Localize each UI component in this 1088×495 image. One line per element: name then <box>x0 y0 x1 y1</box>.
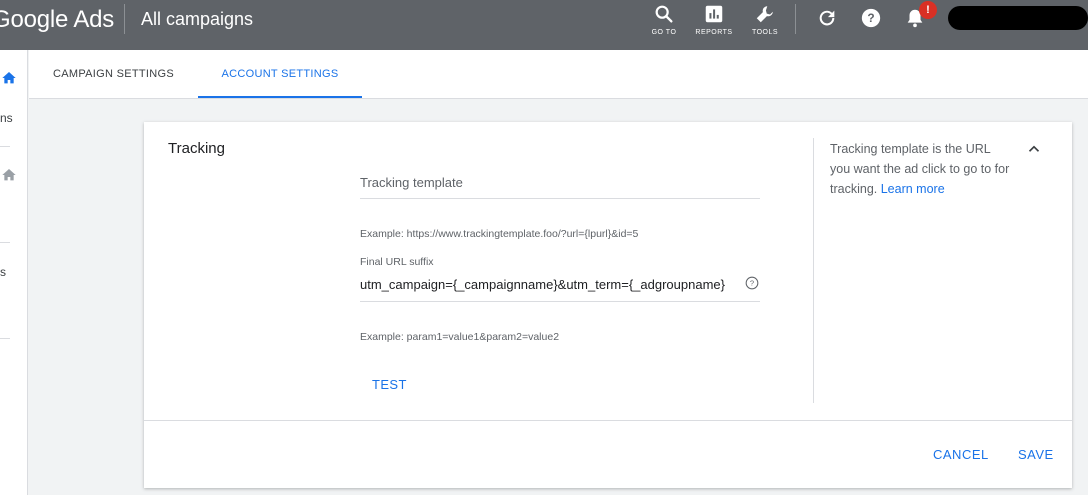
rail-divider <box>0 146 10 147</box>
reports-label: REPORTS <box>695 29 733 36</box>
brand-divider <box>124 4 125 34</box>
page-title[interactable]: All campaigns <box>141 9 253 30</box>
go-to-button[interactable]: GO TO <box>640 3 688 36</box>
template-example-hint: Example: https://www.trackingtemplate.fo… <box>360 228 639 240</box>
account-info-redacted[interactable] <box>948 6 1088 30</box>
top-app-bar: Google Ads All campaigns GO TO REPORTS T… <box>0 0 1088 50</box>
final-url-suffix-label: Final URL suffix <box>360 256 434 268</box>
refresh-icon <box>819 10 835 26</box>
home-outline-icon[interactable] <box>1 167 17 183</box>
reports-icon <box>705 5 723 23</box>
notification-badge: ! <box>919 1 937 19</box>
rail-item-campaigns[interactable]: ns <box>0 111 13 125</box>
search-icon <box>655 5 673 23</box>
rail-divider <box>0 338 10 339</box>
tab-account-settings[interactable]: ACCOUNT SETTINGS <box>198 50 362 98</box>
final-url-suffix-input[interactable] <box>360 272 744 292</box>
wrench-icon <box>756 6 773 23</box>
google-ads-logo[interactable]: Google Ads <box>0 6 114 34</box>
refresh-button[interactable] <box>816 7 838 29</box>
learn-more-link[interactable]: Learn more <box>881 182 945 196</box>
rail-divider <box>0 242 10 243</box>
svg-text:?: ? <box>750 279 754 288</box>
card-footer-divider <box>144 420 1072 421</box>
reports-button[interactable]: REPORTS <box>690 3 738 36</box>
save-button[interactable]: SAVE <box>1018 447 1054 462</box>
home-icon[interactable] <box>1 70 17 86</box>
tab-campaign-settings[interactable]: CAMPAIGN SETTINGS <box>29 50 198 98</box>
suffix-example-hint: Example: param1=value1&param2=value2 <box>360 331 560 343</box>
rail-item-settings[interactable]: s <box>0 265 6 279</box>
question-circle-icon[interactable]: ? <box>745 276 759 290</box>
chevron-up-icon[interactable] <box>1025 140 1043 158</box>
section-title: Tracking <box>168 140 225 157</box>
left-navigation-rail: ns s <box>0 50 28 495</box>
tracking-template-field[interactable] <box>360 170 760 199</box>
final-url-suffix-field[interactable]: ? <box>360 272 760 302</box>
svg-text:?: ? <box>867 11 874 25</box>
help-icon: ? <box>861 8 881 28</box>
help-panel: Tracking template is the URL you want th… <box>830 139 1010 199</box>
tools-label: TOOLS <box>751 29 779 36</box>
go-to-label: GO TO <box>651 29 677 36</box>
test-button[interactable]: TEST <box>372 377 407 392</box>
toolbar-divider <box>795 4 796 34</box>
tracking-card: Tracking Example: https://www.trackingte… <box>144 122 1072 488</box>
cancel-button[interactable]: CANCEL <box>933 447 989 462</box>
help-button[interactable]: ? <box>860 7 882 29</box>
tools-button[interactable]: TOOLS <box>741 3 789 36</box>
card-vertical-divider <box>813 138 814 403</box>
settings-tab-bar: CAMPAIGN SETTINGS ACCOUNT SETTINGS <box>29 50 1088 99</box>
tracking-template-input[interactable] <box>360 170 760 190</box>
